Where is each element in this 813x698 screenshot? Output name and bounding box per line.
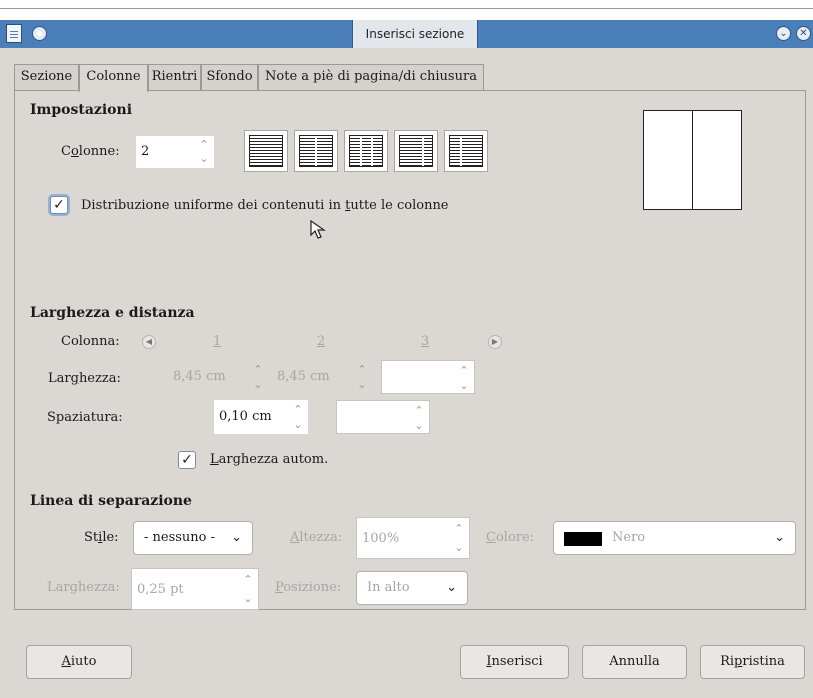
- close-icon: ✕: [799, 28, 808, 39]
- settings-heading: Impostazioni: [30, 102, 133, 118]
- chevron-up-icon[interactable]: ⌃: [356, 364, 368, 376]
- top-divider: [0, 8, 813, 9]
- help-button[interactable]: Aiuto: [26, 645, 132, 679]
- title-bar: Inserisci sezione ⌄ ✕: [0, 20, 813, 48]
- prev-column-button[interactable]: ◀: [142, 335, 156, 349]
- line-width-label: Larghezza:: [47, 580, 120, 595]
- chevron-down-icon[interactable]: ⌄: [458, 380, 470, 392]
- chevron-up-icon[interactable]: ⌃: [242, 574, 254, 586]
- position-select[interactable]: In alto ⌄: [356, 571, 468, 605]
- arrow-left-icon: ◀: [145, 337, 153, 346]
- column-label: Colonna:: [61, 334, 120, 349]
- width-label: Larghezza:: [48, 371, 121, 386]
- chevron-up-icon[interactable]: ⌃: [198, 139, 210, 151]
- chevron-down-icon[interactable]: ⌄: [242, 593, 254, 605]
- cancel-button[interactable]: Annulla: [582, 645, 687, 679]
- chevron-up-icon[interactable]: ⌃: [453, 523, 465, 535]
- column-number-3: 3: [421, 334, 430, 349]
- separator-heading: Linea di separazione: [30, 493, 192, 509]
- spacing-2-stepper[interactable]: ⌃ ⌄: [336, 400, 430, 434]
- arrow-right-icon: ▶: [491, 337, 499, 346]
- chevron-down-icon[interactable]: ⌄: [292, 419, 304, 431]
- chevron-down-icon: ⌄: [774, 530, 785, 545]
- window-menu-button[interactable]: [32, 26, 47, 41]
- chevron-down-icon: ⌄: [231, 530, 242, 545]
- column-preset-2[interactable]: [294, 130, 338, 172]
- chevron-down-icon[interactable]: ⌄: [453, 542, 465, 554]
- next-column-button[interactable]: ▶: [488, 335, 502, 349]
- spacing-1-stepper[interactable]: 0,10 cm ⌃ ⌄: [214, 400, 308, 434]
- two-columns-icon: [299, 135, 333, 167]
- auto-width-label: Larghezza autom.: [210, 452, 329, 467]
- column-preset-right[interactable]: [444, 130, 488, 172]
- spacing-label: Spaziatura:: [47, 410, 123, 425]
- width-column-1-stepper[interactable]: 8,45 cm ⌃ ⌄: [168, 360, 268, 394]
- height-label: Altezza:: [290, 530, 343, 545]
- three-columns-icon: [349, 135, 383, 167]
- columns-preview: [643, 110, 742, 210]
- window-title: Inserisci sezione: [352, 20, 478, 48]
- insert-button[interactable]: Inserisci: [460, 645, 569, 679]
- column-number-1: 1: [213, 334, 222, 349]
- width-spacing-heading: Larghezza e distanza: [30, 305, 195, 321]
- close-button[interactable]: ✕: [796, 26, 811, 41]
- document-icon: [6, 24, 22, 43]
- tab-sezione[interactable]: Sezione: [14, 64, 79, 90]
- color-label: Colore:: [486, 530, 535, 545]
- chevron-up-icon[interactable]: ⌃: [413, 405, 425, 417]
- minimize-button[interactable]: ⌄: [776, 26, 791, 41]
- columns-stepper[interactable]: 2 ⌃ ⌄: [136, 136, 214, 168]
- tab-rientri[interactable]: Rientri: [148, 64, 201, 90]
- columns-label: Colonne:: [61, 144, 120, 159]
- style-select[interactable]: - nessuno - ⌄: [133, 521, 253, 555]
- color-select[interactable]: Nero ⌄: [553, 521, 796, 555]
- chevron-down-icon: ⌄: [779, 28, 788, 39]
- right-wide-columns-icon: [449, 135, 483, 167]
- style-label: Stile:: [84, 530, 119, 545]
- column-number-2: 2: [317, 334, 326, 349]
- column-preset-left[interactable]: [394, 130, 438, 172]
- chevron-up-icon[interactable]: ⌃: [292, 404, 304, 416]
- line-width-stepper[interactable]: 0,25 pt ⌃ ⌄: [131, 568, 259, 610]
- position-label: Posizione:: [275, 580, 342, 595]
- tab-sfondo[interactable]: Sfondo: [201, 64, 258, 90]
- color-swatch: [564, 532, 602, 546]
- tab-note[interactable]: Note a piè di pagina/di chiusura: [258, 64, 484, 90]
- even-distribution-label: Distribuzione uniforme dei contenuti in …: [81, 198, 449, 213]
- auto-width-checkbox[interactable]: ✓: [178, 451, 196, 469]
- reset-button[interactable]: Ripristina: [700, 645, 805, 679]
- tab-colonne[interactable]: Colonne: [79, 64, 148, 92]
- column-preset-1[interactable]: [244, 130, 288, 172]
- width-column-3-stepper[interactable]: ⌃ ⌄: [381, 360, 475, 394]
- chevron-down-icon[interactable]: ⌄: [198, 153, 210, 165]
- column-preset-3[interactable]: [344, 130, 388, 172]
- one-column-icon: [249, 135, 283, 167]
- chevron-down-icon[interactable]: ⌄: [413, 420, 425, 432]
- even-distribution-checkbox[interactable]: ✓: [50, 196, 68, 214]
- chevron-down-icon: ⌄: [446, 580, 457, 595]
- height-stepper[interactable]: 100% ⌃ ⌄: [356, 517, 470, 559]
- left-wide-columns-icon: [399, 135, 433, 167]
- chevron-down-icon[interactable]: ⌄: [356, 379, 368, 391]
- width-column-2-stepper[interactable]: 8,45 cm ⌃ ⌄: [272, 360, 372, 394]
- chevron-up-icon[interactable]: ⌃: [458, 365, 470, 377]
- chevron-up-icon[interactable]: ⌃: [252, 364, 264, 376]
- chevron-down-icon[interactable]: ⌄: [252, 379, 264, 391]
- mouse-cursor-icon: [310, 219, 326, 239]
